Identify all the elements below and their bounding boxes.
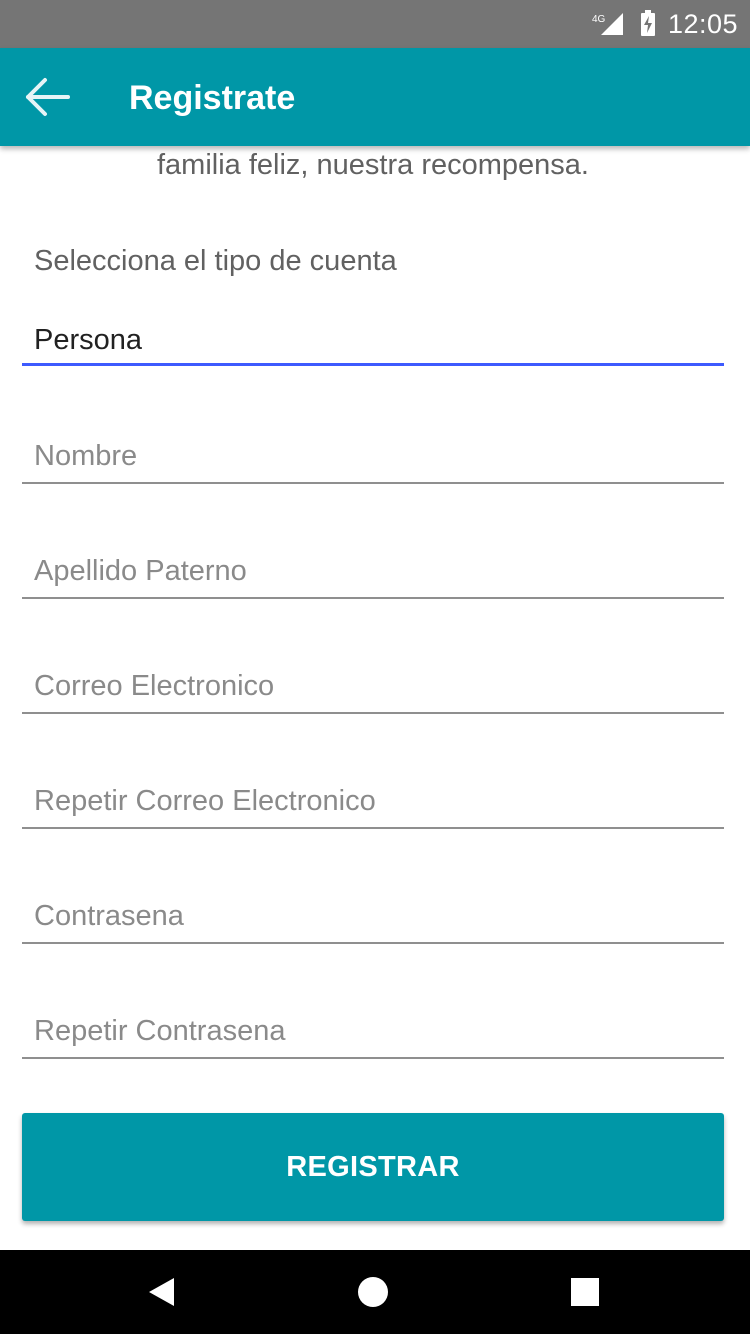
svg-text:4G: 4G	[592, 14, 606, 25]
field-underline	[22, 597, 724, 599]
correo-input[interactable]	[22, 660, 724, 712]
tagline-text: familia feliz, nuestra recompensa.	[157, 149, 589, 181]
field-underline	[22, 827, 724, 829]
page-title: Registrate	[129, 79, 296, 117]
arrow-back-icon[interactable]	[20, 74, 72, 120]
spinner-underline	[22, 363, 724, 366]
apellido-paterno-field	[22, 545, 724, 599]
field-underline	[22, 1057, 724, 1059]
repetir-contrasena-input[interactable]	[22, 1005, 724, 1057]
recents-square-icon[interactable]	[557, 1264, 613, 1320]
nombre-field	[22, 430, 724, 484]
repetir-correo-input[interactable]	[22, 775, 724, 827]
apellido-paterno-input[interactable]	[22, 545, 724, 597]
repetir-correo-field	[22, 775, 724, 829]
status-bar: 4G 12:05	[0, 0, 750, 48]
app-bar: Registrate	[0, 48, 750, 146]
back-triangle-icon[interactable]	[133, 1264, 189, 1320]
battery-charging-icon	[641, 10, 655, 36]
account-type-label: Selecciona el tipo de cuenta	[34, 245, 397, 277]
correo-field	[22, 660, 724, 714]
repetir-contrasena-field	[22, 1005, 724, 1059]
signal-4g-icon: 4G	[592, 13, 623, 35]
home-circle-icon[interactable]	[345, 1264, 401, 1320]
nombre-input[interactable]	[22, 430, 724, 482]
contrasena-field	[22, 890, 724, 944]
field-underline	[22, 712, 724, 714]
field-underline	[22, 942, 724, 944]
navigation-bar	[0, 1250, 750, 1334]
account-type-spinner[interactable]: Persona	[22, 316, 724, 366]
registration-form: familia feliz, nuestra recompensa. Selec…	[0, 146, 750, 1250]
field-underline	[22, 482, 724, 484]
register-button[interactable]: REGISTRAR	[22, 1113, 724, 1221]
contrasena-input[interactable]	[22, 890, 724, 942]
status-clock: 12:05	[668, 9, 739, 39]
account-type-value: Persona	[34, 324, 143, 356]
